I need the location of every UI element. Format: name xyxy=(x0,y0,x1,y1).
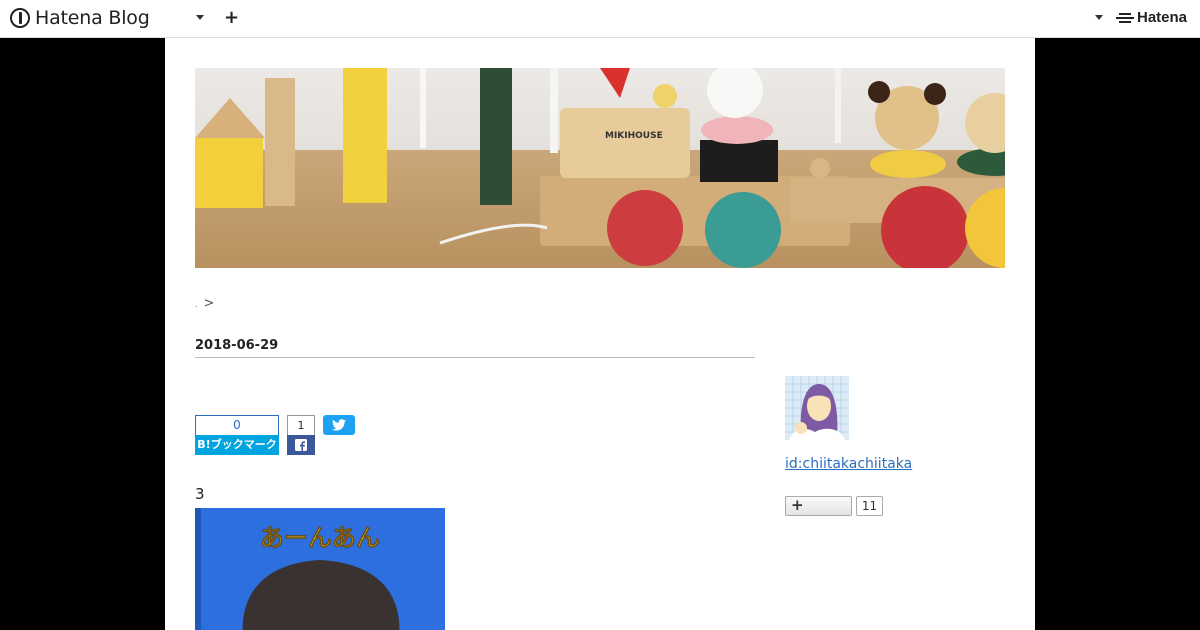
breadcrumb-home-link[interactable]: . xyxy=(195,300,198,309)
hatena-bookmark-button[interactable]: 0 B!ブックマーク xyxy=(195,415,279,455)
follower-count[interactable]: 11 xyxy=(856,496,883,516)
entry: 2018-06-29 0 B!ブックマーク 1 3 あーんあん xyxy=(195,338,755,630)
hatena-brand-icon xyxy=(1116,10,1134,26)
follow-button[interactable]: + xyxy=(785,496,852,516)
hatena-bookmark-label[interactable]: B!ブックマーク xyxy=(195,435,279,455)
book-title: あーんあん xyxy=(260,524,380,552)
hatena-brand-link[interactable]: Hatena xyxy=(1116,9,1187,26)
hatena-bookmark-count[interactable]: 0 xyxy=(195,415,279,435)
facebook-share-count: 1 xyxy=(287,415,315,435)
breadcrumb: . > xyxy=(195,296,214,311)
blog-header-image[interactable]: MIKIHOUSE xyxy=(195,68,1005,268)
profile-avatar-illustration xyxy=(785,376,849,440)
svg-text:MIKIHOUSE: MIKIHOUSE xyxy=(605,131,663,141)
hatena-blog-logo-icon xyxy=(10,8,30,28)
twitter-icon xyxy=(332,419,346,431)
user-menu-caret-down-icon[interactable] xyxy=(1095,15,1103,20)
hatena-brand-text: Hatena xyxy=(1137,9,1188,26)
follow-widget: + 11 xyxy=(785,496,1005,516)
profile-avatar[interactable] xyxy=(785,376,849,444)
plus-icon: + xyxy=(791,496,804,514)
add-entry-plus-icon[interactable]: + xyxy=(224,7,239,29)
book-cover-image[interactable]: あーんあん xyxy=(195,508,445,630)
global-header: Hatena Blog + Hatena xyxy=(0,0,1200,38)
blog-container: MIKIHOUSE . > 2018-06-29 0 B!ブックマーク 1 3 … xyxy=(165,38,1035,630)
toy-train-photo: MIKIHOUSE xyxy=(195,68,1005,268)
blog-menu-caret-down-icon[interactable] xyxy=(196,15,204,20)
twitter-share-button[interactable] xyxy=(323,415,355,435)
hatena-blog-logo-text: Hatena Blog xyxy=(35,7,150,29)
sidebar: id:chiitakachiitaka + 11 xyxy=(785,376,1005,516)
hatena-blog-logo[interactable]: Hatena Blog xyxy=(10,7,150,29)
entry-date[interactable]: 2018-06-29 xyxy=(195,338,755,358)
facebook-icon[interactable] xyxy=(287,435,315,455)
book-cover-illustration: あーんあん xyxy=(195,508,445,630)
share-buttons: 0 B!ブックマーク 1 xyxy=(195,415,355,455)
profile-id-link[interactable]: id:chiitakachiitaka xyxy=(785,456,1005,472)
facebook-share-button[interactable]: 1 xyxy=(287,415,315,455)
entry-body-text: 3 xyxy=(195,485,205,503)
breadcrumb-separator: > xyxy=(203,296,215,311)
